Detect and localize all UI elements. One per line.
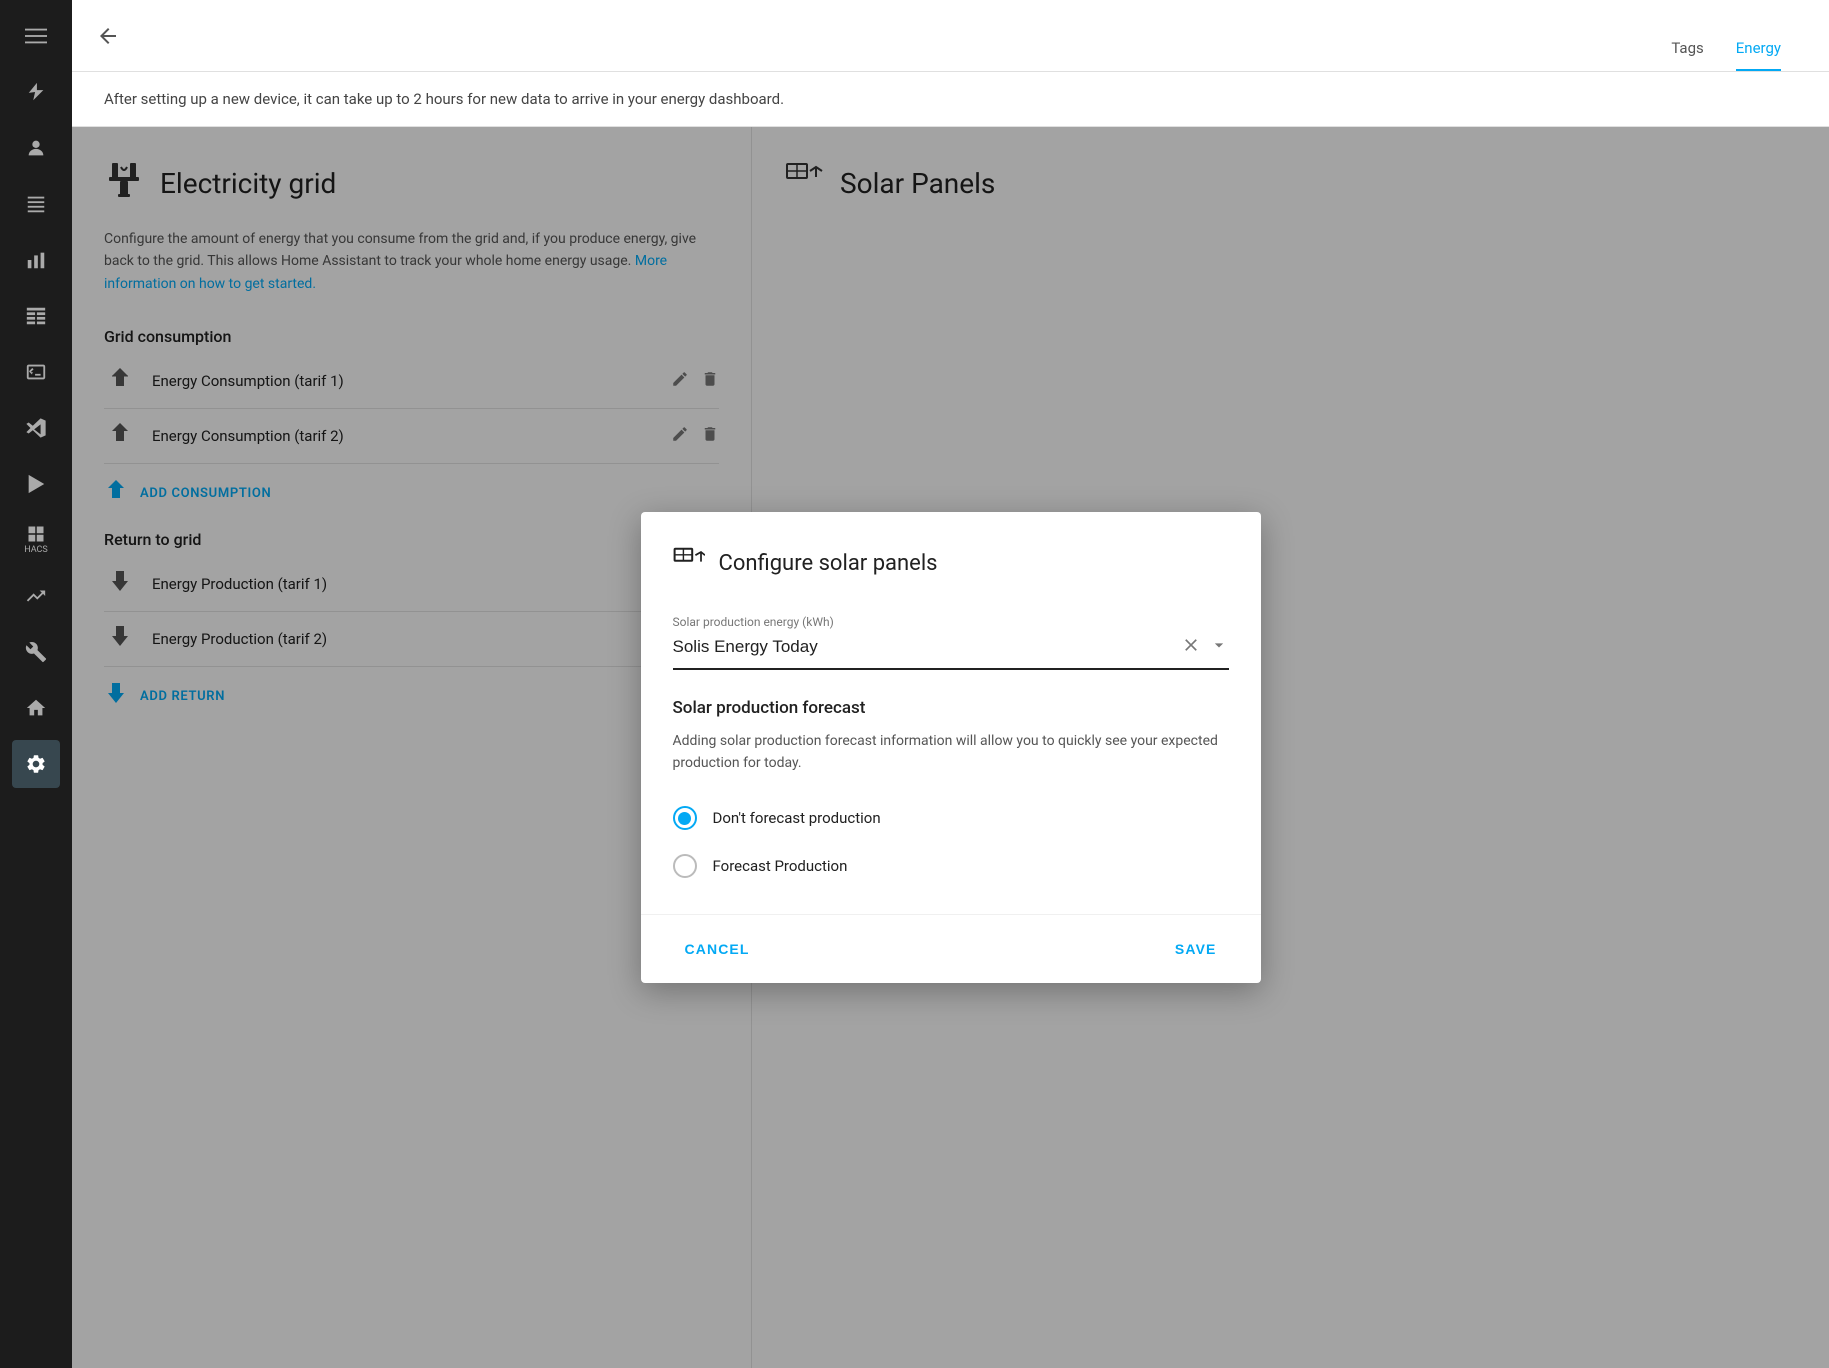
forecast-section-title: Solar production forecast bbox=[673, 698, 1229, 718]
sidebar-item-hacs[interactable]: HACS bbox=[12, 516, 60, 564]
sidebar-item-trend[interactable] bbox=[12, 572, 60, 620]
hacs-text: HACS bbox=[24, 545, 48, 555]
sidebar-item-lightning[interactable] bbox=[12, 68, 60, 116]
radio-label-forecast: Forecast Production bbox=[713, 857, 848, 875]
back-button[interactable] bbox=[96, 24, 120, 48]
sidebar-item-list[interactable] bbox=[12, 180, 60, 228]
sidebar-item-table[interactable] bbox=[12, 292, 60, 340]
cancel-button[interactable]: CANCEL bbox=[673, 931, 762, 967]
sidebar-item-settings[interactable] bbox=[12, 740, 60, 788]
field-label: Solar production energy (kWh) bbox=[673, 615, 1229, 629]
radio-forecast[interactable]: Forecast Production bbox=[673, 842, 1229, 890]
dialog-header: Configure solar panels bbox=[673, 544, 1229, 583]
dialog-overlay: Configure solar panels Solar production … bbox=[72, 127, 1829, 1368]
info-bar: After setting up a new device, it can ta… bbox=[72, 72, 1829, 127]
topbar: Tags Energy bbox=[72, 0, 1829, 72]
tab-energy[interactable]: Energy bbox=[1736, 39, 1781, 71]
radio-inner-no-forecast bbox=[678, 812, 691, 825]
dialog-header-icon bbox=[673, 544, 705, 583]
forecast-description: Adding solar production forecast informa… bbox=[673, 730, 1229, 775]
sidebar-item-home[interactable] bbox=[12, 684, 60, 732]
sidebar-item-terminal[interactable] bbox=[12, 348, 60, 396]
save-button[interactable]: SAVE bbox=[1163, 931, 1229, 967]
dialog-title: Configure solar panels bbox=[719, 551, 938, 576]
dialog-footer: CANCEL SAVE bbox=[641, 914, 1261, 983]
sidebar-item-vscode[interactable] bbox=[12, 404, 60, 452]
dialog-body: Configure solar panels Solar production … bbox=[641, 512, 1261, 915]
configure-solar-dialog: Configure solar panels Solar production … bbox=[641, 512, 1261, 984]
sidebar-item-menu[interactable] bbox=[12, 12, 60, 60]
topbar-tabs: Tags Energy bbox=[1671, 0, 1781, 71]
info-bar-text: After setting up a new device, it can ta… bbox=[104, 90, 784, 108]
sidebar-item-play[interactable] bbox=[12, 460, 60, 508]
tab-tags[interactable]: Tags bbox=[1671, 39, 1703, 71]
sidebar: HACS bbox=[0, 0, 72, 1368]
radio-label-no-forecast: Don't forecast production bbox=[713, 809, 881, 827]
main-content: Tags Energy After setting up a new devic… bbox=[72, 0, 1829, 1368]
solar-energy-input[interactable] bbox=[673, 637, 1173, 657]
radio-no-forecast[interactable]: Don't forecast production bbox=[673, 794, 1229, 842]
radio-circle-forecast bbox=[673, 854, 697, 878]
content-area: Electricity grid Configure the amount of… bbox=[72, 127, 1829, 1368]
sidebar-item-chart[interactable] bbox=[12, 236, 60, 284]
radio-circle-no-forecast bbox=[673, 806, 697, 830]
dropdown-icon[interactable] bbox=[1209, 635, 1229, 660]
field-input-row bbox=[673, 635, 1229, 670]
sidebar-item-wrench[interactable] bbox=[12, 628, 60, 676]
sidebar-item-person[interactable] bbox=[12, 124, 60, 172]
clear-icon[interactable] bbox=[1181, 635, 1201, 660]
